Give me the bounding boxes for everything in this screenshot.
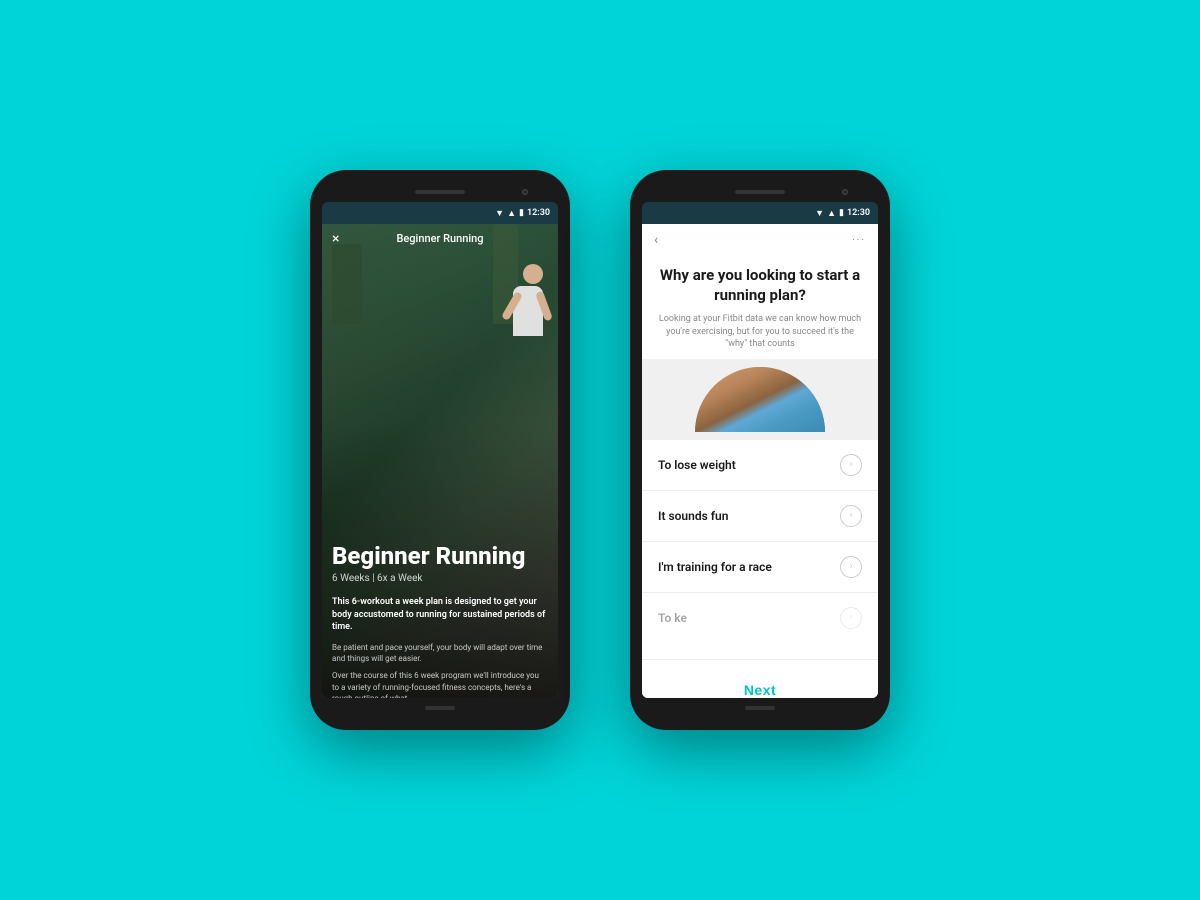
quiz-image-container [642, 359, 878, 440]
running-description: This 6-workout a week plan is designed t… [332, 596, 548, 634]
wifi-icon-1: ▼ [495, 208, 504, 219]
signal-icon-2: ▲ [827, 208, 836, 219]
signal-icon-1: ▲ [507, 208, 516, 219]
option-training-race[interactable]: I'm training for a race › [642, 542, 878, 593]
option-lose-weight-arrow: › [840, 454, 862, 476]
screen-2: ▼ ▲ ▮ 12:30 ‹ ··· Why are you looking to… [642, 202, 878, 698]
phone-bottom-2 [642, 698, 878, 718]
runner-torso [513, 286, 543, 336]
phone-bottom-1 [322, 698, 558, 718]
next-button-container: Next [642, 659, 878, 698]
option-sounds-fun[interactable]: It sounds fun › [642, 491, 878, 542]
quiz-nav: ‹ ··· [642, 224, 878, 256]
more-button[interactable]: ··· [852, 235, 866, 246]
quiz-screen: ‹ ··· Why are you looking to start a run… [642, 224, 878, 698]
status-icons-1: ▼ ▲ ▮ 12:30 [495, 208, 550, 219]
running-main-title: Beginner Running [332, 543, 548, 569]
wifi-icon-2: ▼ [815, 208, 824, 219]
quiz-subtitle: Looking at your Fitbit data we can know … [658, 313, 862, 351]
running-stats: 6 Weeks | 6x a Week [332, 573, 548, 584]
option-lose-weight-text: To lose weight [658, 458, 736, 472]
next-button[interactable]: Next [658, 670, 862, 698]
running-detail-2: Over the course of this 6 week program w… [332, 670, 548, 698]
option-training-race-text: I'm training for a race [658, 560, 772, 574]
close-button[interactable]: × [332, 231, 339, 247]
camera-2 [842, 189, 848, 195]
status-icons-2: ▼ ▲ ▮ 12:30 [815, 208, 870, 219]
phone-1: ▼ ▲ ▮ 12:30 × Begi [310, 170, 570, 730]
quiz-question-section: Why are you looking to start a running p… [642, 256, 878, 359]
time-1: 12:30 [527, 208, 550, 218]
option-partial-text: To ke [658, 611, 687, 625]
home-bar-1 [425, 706, 455, 710]
option-partial[interactable]: To ke › [642, 593, 878, 643]
home-bar-2 [745, 706, 775, 710]
battery-icon-2: ▮ [839, 208, 844, 218]
status-bar-1: ▼ ▲ ▮ 12:30 [322, 202, 558, 224]
option-sounds-fun-text: It sounds fun [658, 509, 728, 523]
option-lose-weight[interactable]: To lose weight › [642, 440, 878, 491]
phone-top-1 [322, 182, 558, 202]
phone-top-2 [642, 182, 878, 202]
tree-decoration-1 [332, 244, 362, 324]
status-bar-2: ▼ ▲ ▮ 12:30 [642, 202, 878, 224]
running-header-title: Beginner Running [396, 232, 483, 245]
running-shoes-image [695, 367, 825, 432]
time-2: 12:30 [847, 208, 870, 218]
option-sounds-fun-arrow: › [840, 505, 862, 527]
speaker-1 [415, 190, 465, 194]
speaker-2 [735, 190, 785, 194]
battery-icon-1: ▮ [519, 208, 524, 218]
back-button[interactable]: ‹ [654, 232, 658, 248]
option-training-race-arrow: › [840, 556, 862, 578]
quiz-question: Why are you looking to start a running p… [658, 266, 862, 305]
screen-1: ▼ ▲ ▮ 12:30 × Begi [322, 202, 558, 698]
running-header: × Beginner Running [322, 224, 558, 253]
runner-silhouette [513, 264, 543, 336]
phone-2: ▼ ▲ ▮ 12:30 ‹ ··· Why are you looking to… [630, 170, 890, 730]
runner-arm-right [535, 291, 553, 322]
shoe-art [695, 367, 825, 432]
running-detail-1: Be patient and pace yourself, your body … [332, 642, 548, 664]
quiz-options: To lose weight › It sounds fun › I'm tra… [642, 440, 878, 659]
runner-head [523, 264, 543, 284]
running-screen: × Beginner Running Beginner Running 6 We… [322, 224, 558, 698]
option-partial-arrow: › [840, 607, 862, 629]
camera-1 [522, 189, 528, 195]
running-content: Beginner Running 6 Weeks | 6x a Week Thi… [322, 533, 558, 698]
